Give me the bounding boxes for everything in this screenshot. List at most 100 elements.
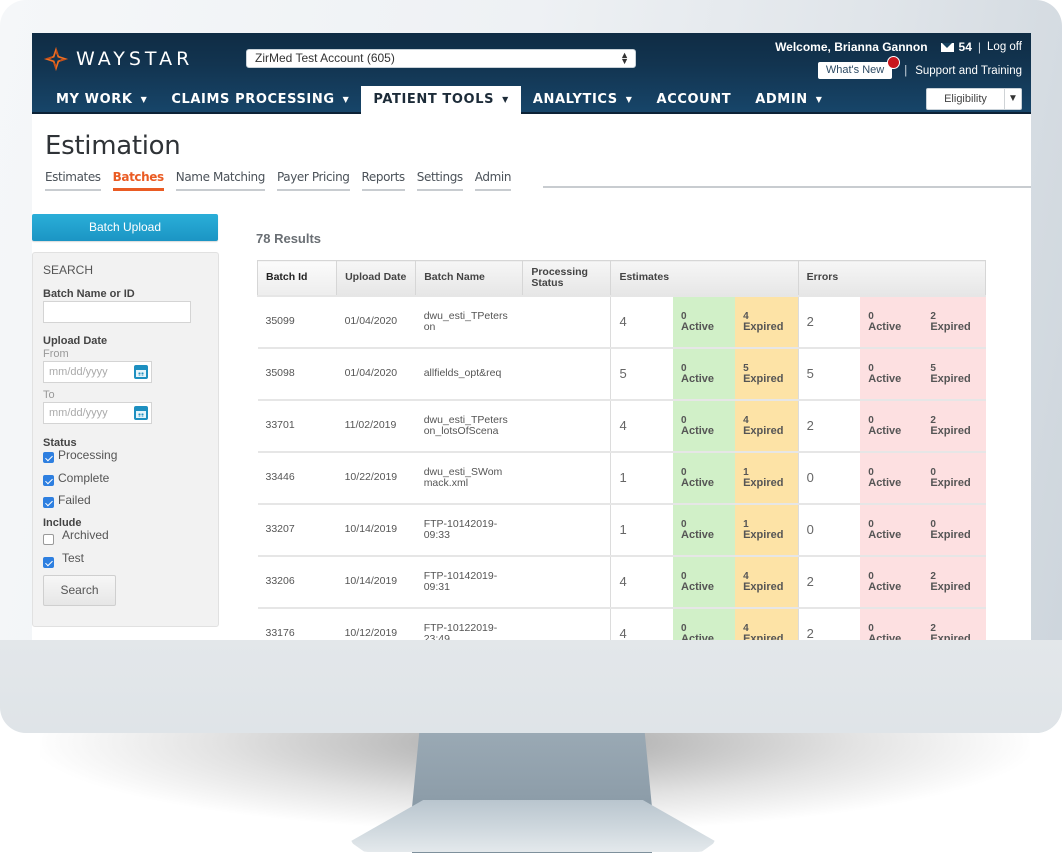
expired-label: Expired (930, 528, 971, 541)
col-estimates[interactable]: Estimates (610, 260, 799, 296)
to-date-input[interactable]: mm/dd/yyyy (43, 402, 152, 424)
errors-expired-count: 5 (930, 362, 936, 374)
batch-id-cell[interactable]: 33701 (257, 398, 337, 453)
table-row[interactable]: 33701 11/02/2019 dwu_esti_TPeters on_lots… (257, 398, 986, 453)
batch-name-cell[interactable]: dwu_esti_TPeters on_lotsOfScena (415, 398, 523, 453)
batch-id-cell[interactable]: 33206 (257, 554, 337, 609)
batch-name-cell[interactable]: FTP-10142019- 09:31 (415, 554, 523, 609)
nav-admin[interactable]: ADMIN ▼ (743, 86, 834, 114)
errors-active-cell: 0 Active (860, 554, 923, 609)
nav-my-work[interactable]: MY WORK ▼ (32, 86, 159, 114)
checkbox-label: Archived (62, 528, 109, 542)
errors-expired-count: 2 (930, 622, 936, 634)
estimates-expired-cell: 4 Expired (735, 398, 799, 453)
tab-reports[interactable]: Reports (361, 170, 405, 191)
tab-batches[interactable]: Batches (112, 170, 164, 191)
nav-account[interactable]: ACCOUNT (645, 86, 744, 114)
col-processing-status[interactable]: Processing Status (522, 260, 612, 296)
batch-name-cell[interactable]: dwu_esti_SWom mack.xml (415, 450, 523, 505)
separator: | (977, 40, 982, 54)
errors-active-cell: 0 Active (860, 450, 923, 505)
batch-name-input[interactable] (43, 301, 191, 323)
search-button[interactable]: Search (43, 575, 116, 606)
expired-label: Expired (930, 372, 971, 385)
nav-patient-tools[interactable]: PATIENT TOOLS ▼ (361, 86, 521, 114)
logoff-link[interactable]: Log off (987, 41, 1022, 53)
batch-name-cell[interactable]: FTP-10142019- 09:33 (415, 502, 523, 557)
dropdown-arrow-icon[interactable]: ▼ (1005, 89, 1021, 109)
estimates-active-cell: 0 Active (673, 606, 736, 640)
include-archived-checkbox[interactable]: Archived (43, 528, 109, 545)
from-label: From (43, 348, 69, 360)
tab-payer-pricing[interactable]: Payer Pricing (276, 170, 350, 191)
errors-total-cell: 2 (797, 294, 861, 349)
processing-status-cell (522, 502, 611, 557)
waystar-logo[interactable]: WAYSTAR (44, 47, 193, 71)
col-batch-name[interactable]: Batch Name (415, 260, 524, 296)
batch-id-cell[interactable]: 35099 (257, 294, 337, 349)
from-date-input[interactable]: mm/dd/yyyy (43, 361, 152, 383)
support-training-link[interactable]: Support and Training (915, 65, 1022, 77)
table-row[interactable]: 33206 10/14/2019 FTP-10142019- 09:31 4 0A… (257, 554, 986, 609)
page-title: Estimation (45, 131, 181, 161)
batch-id-cell[interactable]: 33446 (257, 450, 337, 505)
account-select[interactable]: ZirMed Test Account (605) ▲ ▼ (246, 49, 636, 68)
batch-upload-button[interactable]: Batch Upload (32, 214, 218, 241)
col-batch-id[interactable]: Batch Id (256, 260, 338, 296)
upload-date-cell: 11/02/2019 (336, 398, 416, 453)
select-updown-icon: ▲ ▼ (620, 50, 629, 66)
checkbox-checked-icon[interactable] (43, 557, 54, 568)
caret-down-icon: ▼ (502, 95, 509, 104)
processing-status-cell (522, 450, 611, 505)
whats-new-button[interactable]: What's New (817, 56, 901, 79)
col-errors[interactable]: Errors (797, 260, 987, 296)
col-upload-date[interactable]: Upload Date (336, 260, 417, 296)
checkbox-unchecked-icon[interactable] (43, 534, 54, 545)
checkbox-checked-icon[interactable] (43, 475, 54, 486)
eligibility-select-value: Eligibility (927, 89, 1005, 109)
batch-name-cell[interactable]: dwu_esti_TPeters on (415, 294, 523, 349)
table-row[interactable]: 35099 01/04/2020 dwu_esti_TPeters on 4 0A… (257, 294, 986, 349)
active-label: Active (868, 580, 902, 593)
table-row[interactable]: 33176 10/12/2019 FTP-10122019- 23:49 4 0A… (257, 606, 986, 640)
table-row[interactable]: 33446 10/22/2019 dwu_esti_SWom mack.xml 1… (257, 450, 986, 505)
nav-label: ACCOUNT (656, 92, 732, 107)
estimates-total-cell: 4 (610, 606, 674, 640)
checkbox-checked-icon[interactable] (43, 452, 54, 463)
nav-label: ADMIN (755, 92, 808, 107)
tabs-divider (543, 186, 1031, 188)
nav-claims-processing[interactable]: CLAIMS PROCESSING ▼ (159, 86, 361, 114)
upload-date-cell: 01/04/2020 (336, 346, 416, 401)
status-processing-checkbox[interactable]: Processing (43, 448, 117, 463)
batch-name-cell[interactable]: allfields_opt&req (415, 346, 523, 401)
estimates-active-cell: 0 Active (673, 398, 736, 453)
batch-name-cell[interactable]: FTP-10122019- 23:49 (415, 606, 523, 640)
active-label: Active (868, 632, 902, 640)
calendar-icon[interactable] (134, 406, 148, 420)
tab-settings[interactable]: Settings (416, 170, 463, 191)
eligibility-select[interactable]: Eligibility ▼ (926, 88, 1022, 110)
batch-id-cell[interactable]: 35098 (257, 346, 337, 401)
batch-id-cell[interactable]: 33176 (257, 606, 337, 640)
tab-admin[interactable]: Admin (474, 170, 511, 191)
whats-new-label: What's New (825, 64, 885, 76)
status-failed-checkbox[interactable]: Failed (43, 493, 91, 508)
table-row[interactable]: 33207 10/14/2019 FTP-10142019- 09:33 1 0A… (257, 502, 986, 557)
checkbox-checked-icon[interactable] (43, 497, 54, 508)
errors-total-cell: 2 (797, 398, 861, 453)
mail-icon[interactable] (940, 42, 954, 52)
errors-expired-count: 0 (930, 518, 936, 530)
status-complete-checkbox[interactable]: Complete (43, 471, 109, 486)
include-test-checkbox[interactable]: Test (43, 551, 84, 568)
errors-active-cell: 0 Active (860, 346, 923, 401)
nav-analytics[interactable]: ANALYTICS ▼ (521, 86, 645, 114)
batch-id-cell[interactable]: 33207 (257, 502, 337, 557)
calendar-icon[interactable] (134, 365, 148, 379)
table-row[interactable]: 35098 01/04/2020 allfields_opt&req 5 0 Ac… (257, 346, 986, 401)
errors-expired-count: 0 (930, 466, 936, 478)
tab-name-matching[interactable]: Name Matching (175, 170, 265, 191)
errors-total-cell: 5 (797, 346, 861, 401)
mail-count[interactable]: 54 (959, 40, 972, 54)
tab-estimates[interactable]: Estimates (45, 170, 101, 191)
active-label: Active (681, 632, 715, 640)
